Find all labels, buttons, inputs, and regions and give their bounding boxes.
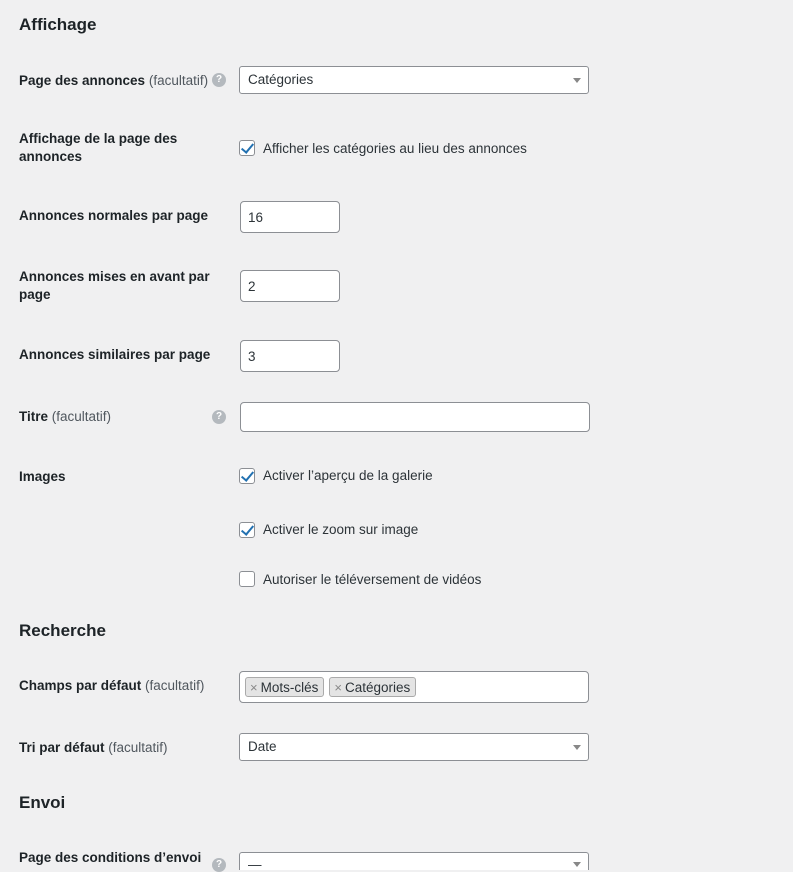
- tag-label: Catégories: [344, 679, 411, 695]
- optional-suffix: (facultatif): [108, 740, 168, 755]
- images-label: Images: [19, 469, 66, 484]
- listings-page-selected-value: Catégories: [248, 72, 314, 87]
- help-icon[interactable]: ?: [212, 410, 226, 424]
- terms-page-selected-value: —: [248, 857, 262, 870]
- video-upload-checkbox[interactable]: [239, 571, 255, 587]
- default-sort-label-text: Tri par défaut: [19, 740, 105, 755]
- normal-per-page-label: Annonces normales par page: [19, 208, 209, 223]
- terms-page-select[interactable]: —: [239, 852, 589, 870]
- chevron-down-icon: [573, 745, 581, 750]
- image-zoom-label[interactable]: Activer le zoom sur image: [263, 521, 418, 539]
- optional-suffix: (facultatif): [145, 678, 205, 693]
- gallery-preview-checkbox[interactable]: [239, 468, 255, 484]
- show-categories-label[interactable]: Afficher les catégories au lieu des anno…: [263, 140, 527, 158]
- terms-page-label: Page des conditions d’envoi: [19, 850, 202, 865]
- tag-label: Mots-clés: [260, 679, 319, 695]
- chevron-down-icon: [573, 862, 581, 867]
- title-label-text: Titre: [19, 409, 49, 424]
- image-zoom-checkbox[interactable]: [239, 522, 255, 538]
- remove-tag-icon[interactable]: ×: [334, 680, 342, 695]
- default-fields-label: Champs par défaut (facultatif): [19, 677, 229, 695]
- default-sort-label: Tri par défaut (facultatif): [19, 739, 214, 757]
- listings-page-label: Page des annonces (facultatif): [19, 72, 214, 90]
- title-input[interactable]: [240, 402, 590, 432]
- similar-per-page-label: Annonces similaires par page: [19, 347, 211, 362]
- listings-page-label-text: Page des annonces: [19, 73, 146, 88]
- section-title-search: Recherche: [19, 621, 106, 640]
- help-icon[interactable]: ?: [212, 73, 226, 87]
- listings-display-label: Affichage de la page des annonces: [19, 131, 178, 164]
- gallery-preview-label[interactable]: Activer l’aperçu de la galerie: [263, 467, 433, 485]
- tag-categories: × Catégories: [329, 677, 417, 697]
- default-sort-selected-value: Date: [248, 739, 277, 754]
- optional-suffix: (facultatif): [148, 73, 209, 88]
- chevron-down-icon: [573, 78, 581, 83]
- default-sort-select[interactable]: Date: [239, 733, 589, 761]
- section-title-submit: Envoi: [19, 793, 66, 812]
- default-fields-label-text: Champs par défaut: [19, 678, 142, 693]
- featured-per-page-input[interactable]: [240, 270, 340, 302]
- title-label: Titre (facultatif): [19, 408, 214, 426]
- default-fields-multiselect[interactable]: × Mots-clés × Catégories: [239, 671, 589, 703]
- optional-suffix: (facultatif): [51, 409, 112, 424]
- normal-per-page-input[interactable]: [240, 201, 340, 233]
- video-upload-label[interactable]: Autoriser le téléversement de vidéos: [263, 571, 481, 589]
- show-categories-checkbox[interactable]: [239, 140, 255, 156]
- featured-per-page-label: Annonces mises en avant par page: [19, 269, 210, 302]
- tag-keywords: × Mots-clés: [245, 677, 325, 697]
- remove-tag-icon[interactable]: ×: [250, 680, 258, 695]
- listings-page-select[interactable]: Catégories: [239, 66, 589, 94]
- section-title-display: Affichage: [19, 15, 97, 34]
- similar-per-page-input[interactable]: [240, 340, 340, 372]
